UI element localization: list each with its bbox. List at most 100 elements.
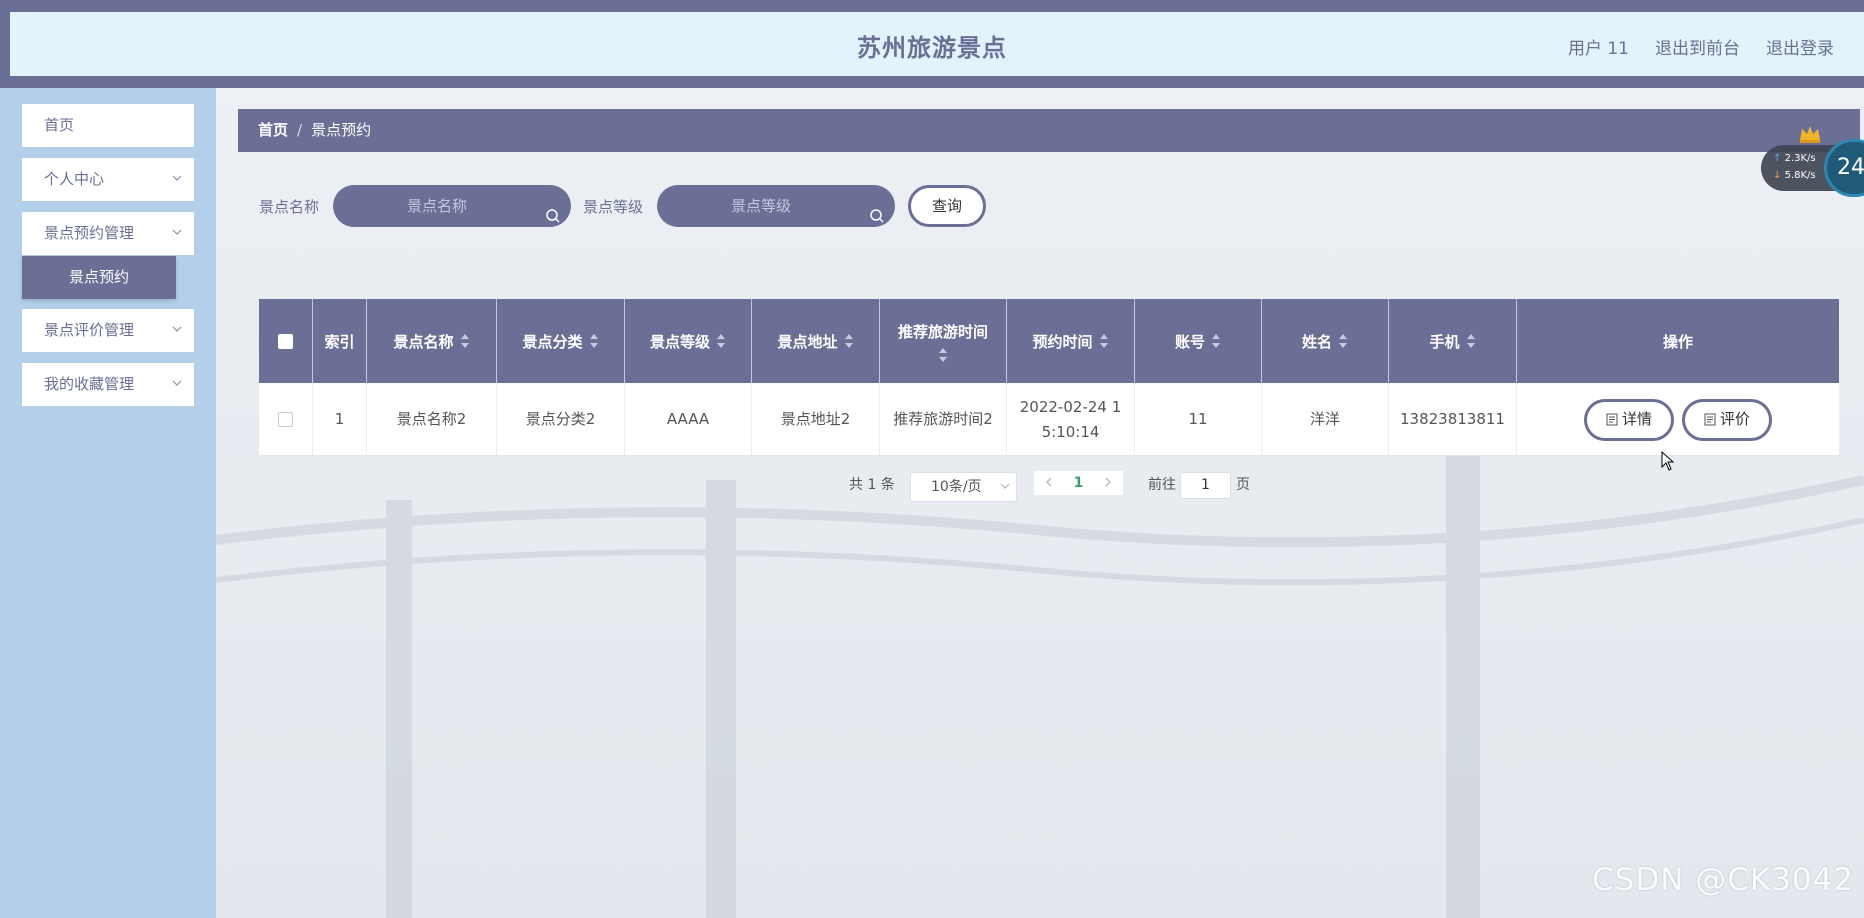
cell-book-time-line2: 5:10:14 [1041,422,1100,441]
logout-link[interactable]: 退出登录 [1766,34,1834,59]
page-size-select[interactable]: 10条/页 [910,472,1017,502]
chevron-down-icon [172,309,182,352]
search-icon [545,198,561,240]
scenic-level-input[interactable] [657,185,895,227]
sidebar-item-personal-center[interactable]: 个人中心 [22,158,194,201]
cell-category: 景点分类2 [497,383,625,456]
sort-icon[interactable] [717,334,726,348]
page-unit-label: 页 [1236,477,1250,493]
cell-recommend-time: 推荐旅游时间2 [880,383,1007,456]
breadcrumb-current: 景点预约 [311,121,372,139]
goto-label: 前往 [1148,477,1176,493]
column-header-label: 景点等级 [649,332,710,351]
row-checkbox[interactable] [278,412,293,427]
sidebar-item-label: 我的收藏管理 [44,375,135,393]
chevron-down-icon [172,363,182,406]
cell-level: AAAA [625,383,752,456]
chevron-down-icon [1000,473,1010,501]
column-header-address[interactable]: 景点地址 [752,299,880,383]
top-strip [0,0,1864,10]
column-header-name[interactable]: 景点名称 [367,299,497,383]
upload-speed-value: 2.3K/s [1784,153,1816,164]
cell-index: 1 [313,383,367,456]
scenic-name-input[interactable] [333,185,571,227]
column-header-phone[interactable]: 手机 [1389,299,1517,383]
exit-to-front-link[interactable]: 退出到前台 [1655,34,1740,59]
cell-book-time-line1: 2022-02-24 1 [1019,397,1122,416]
user-name-link[interactable]: 用户 11 [1568,34,1629,59]
sort-icon[interactable] [1339,334,1348,348]
column-header-level[interactable]: 景点等级 [625,299,752,383]
breadcrumb-home[interactable]: 首页 [258,121,288,139]
select-all-checkbox[interactable] [278,333,293,349]
column-header-label: 景点分类 [522,332,583,351]
column-header-label: 推荐旅游时间 [897,322,988,341]
pagination-total: 共 1 条 [849,477,895,493]
table-header: 索引 景点名称 景点分类 景点等级 景点地址 推荐旅游时间 预约时间 账号 姓名… [259,299,1839,383]
sort-icon[interactable] [1099,334,1109,348]
sort-icon[interactable] [460,334,470,348]
cell-actions: 详情 评价 [1517,383,1839,456]
sidebar-item-review-management[interactable]: 景点评价管理 [22,309,194,352]
cell-person: 洋洋 [1262,383,1389,456]
sort-icon[interactable] [1466,334,1476,348]
document-icon [1704,413,1716,426]
prev-page-icon[interactable] [1045,475,1053,491]
download-speed: ↓ 5.8K/s [1773,170,1816,181]
down-arrow-icon: ↓ [1773,170,1782,181]
sort-icon[interactable] [1212,334,1221,348]
column-header-label: 操作 [1662,332,1693,351]
sidebar-subitem-booking[interactable]: 景点预约 [22,256,176,299]
sort-icon[interactable] [938,347,948,362]
chevron-down-icon [172,212,182,255]
review-button[interactable]: 评价 [1682,398,1773,441]
detail-button-label: 详情 [1621,410,1652,428]
mouse-cursor-icon [1661,450,1675,475]
up-arrow-icon: ↑ [1773,153,1782,164]
sidebar-item-label: 景点评价管理 [44,321,135,339]
column-header-person[interactable]: 姓名 [1262,299,1389,383]
query-button[interactable]: 查询 [908,185,986,227]
page-number-current[interactable]: 1 [1074,475,1084,491]
cell-phone: 13823813811 [1389,383,1517,456]
cell-book-time: 2022-02-24 1 5:10:14 [1007,383,1135,456]
page-size-value: 10条/页 [931,479,982,495]
sidebar-subitem-label: 景点预约 [68,268,129,286]
search-icon [869,198,885,240]
watermark: CSDN @CK3042 [1592,862,1855,898]
column-header-account[interactable]: 账号 [1135,299,1262,383]
pagination-pager: 1 [1034,471,1123,495]
next-page-icon[interactable] [1104,475,1112,491]
column-header-category[interactable]: 景点分类 [497,299,625,383]
scenic-level-label: 景点等级 [583,198,644,216]
column-header-label: 预约时间 [1032,332,1093,351]
scenic-name-search-field [333,185,571,227]
column-header-label: 姓名 [1301,332,1332,351]
upload-speed: ↑ 2.3K/s [1773,153,1816,164]
cell-name: 景点名称2 [367,383,497,456]
scenic-level-search-field [657,185,895,227]
document-icon [1606,413,1618,426]
detail-button[interactable]: 详情 [1583,398,1674,441]
header-links: 用户 11 退出到前台 退出登录 [1568,34,1834,59]
column-header-book-time[interactable]: 预约时间 [1007,299,1135,383]
sidebar-item-label: 首页 [44,116,75,134]
sidebar-item-label: 个人中心 [44,170,105,188]
sidebar-item-label: 景点预约管理 [44,224,135,242]
table-row: 1 景点名称2 景点分类2 AAAA 景点地址2 推荐旅游时间2 2022-02… [259,383,1839,456]
sort-icon[interactable] [589,334,599,348]
sidebar-item-booking-management[interactable]: 景点预约管理 [22,212,194,255]
cell-account: 11 [1135,383,1262,456]
sidebar-item-home[interactable]: 首页 [22,104,194,147]
column-header-actions: 操作 [1517,299,1839,383]
sidebar-item-favorites-management[interactable]: 我的收藏管理 [22,363,194,406]
sort-icon[interactable] [844,334,854,348]
cell-address: 景点地址2 [752,383,880,456]
column-header-label: 景点地址 [777,332,838,351]
column-header-label: 手机 [1429,332,1460,351]
goto-page-input[interactable]: 1 [1180,472,1231,499]
column-header-recommend-time[interactable]: 推荐旅游时间 [880,299,1007,383]
column-header-index: 索引 [313,299,367,383]
row-select-cell [259,383,313,456]
column-header-label: 账号 [1174,332,1205,351]
